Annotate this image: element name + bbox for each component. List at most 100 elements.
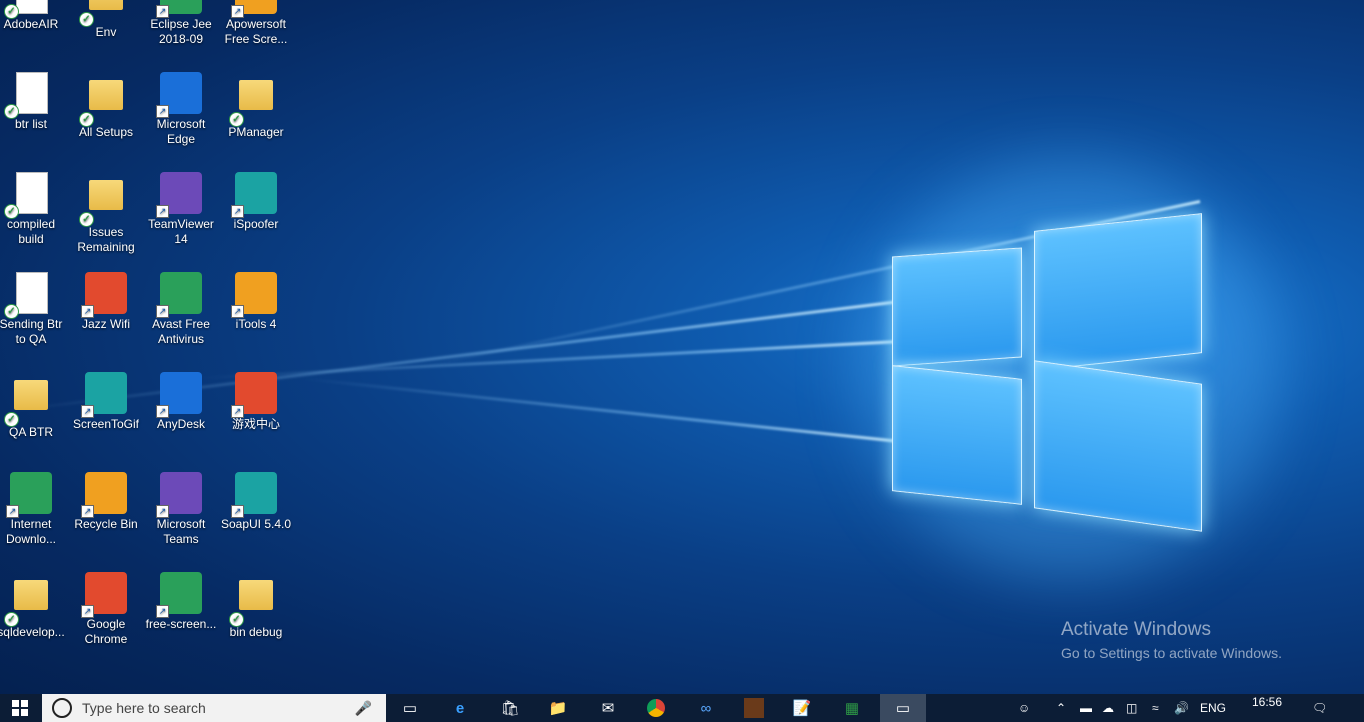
icon-screentogif[interactable]: ↗ ScreenToGif: [69, 372, 143, 432]
icon-env[interactable]: ✓ Env: [69, 0, 143, 40]
icon-avast-image: ↗: [156, 272, 202, 318]
shortcut-arrow-icon: ↗: [156, 305, 169, 318]
sync-check-icon: ✓: [79, 12, 94, 27]
start-button[interactable]: [0, 694, 40, 722]
icon-issues-remaining[interactable]: ✓ Issues Remaining: [69, 172, 143, 255]
icon-anydesk[interactable]: ↗ AnyDesk: [144, 372, 218, 432]
icon-jazz-wifi-image: ↗: [81, 272, 127, 318]
task-view-icon[interactable]: ▭: [390, 694, 430, 722]
icon-qa-btr-image: ✓: [4, 380, 52, 427]
icon-google-chrome[interactable]: ↗ Google Chrome: [69, 572, 143, 647]
tray-chevron-icon[interactable]: ⌃: [1056, 694, 1066, 722]
icon-internet-download[interactable]: ↗ Internet Downlo...: [0, 472, 68, 547]
icon-all-setups[interactable]: ✓ All Setups: [69, 72, 143, 140]
desktop-icon-label: compiled build: [6, 217, 56, 246]
excel-taskbar-icon[interactable]: ▦: [832, 694, 872, 722]
icon-game-center[interactable]: ↗ 游戏中心: [219, 372, 293, 432]
icon-recycle-bin-image: ↗: [81, 472, 127, 518]
icon-apowersoft[interactable]: ↗ Apowersoft Free Scre...: [219, 0, 293, 47]
desktop-icon-label: Sending Btr to QA: [0, 317, 63, 346]
windows-start-icon: [12, 700, 28, 716]
icon-microsoft-teams[interactable]: ↗ Microsoft Teams: [144, 472, 218, 547]
desktop-icon-label: SoapUI 5.4.0: [220, 517, 292, 531]
icon-pmanager[interactable]: ✓ PManager: [219, 72, 293, 140]
desktop-icon-label: Jazz Wifi: [82, 317, 130, 331]
microphone-icon[interactable]: 🎤: [355, 700, 372, 717]
notepad-taskbar-icon[interactable]: 📝: [782, 694, 822, 722]
file-explorer-icon[interactable]: 📁: [538, 694, 578, 722]
language-indicator[interactable]: ENG: [1200, 694, 1226, 722]
icon-teamviewer[interactable]: ↗ TeamViewer 14: [144, 172, 218, 247]
folder-icon: [89, 180, 123, 210]
sync-check-icon: ✓: [4, 412, 19, 427]
icon-free-screen[interactable]: ↗ free-screen...: [144, 572, 218, 632]
icon-free-screen-image: ↗: [156, 572, 202, 618]
shortcut-arrow-icon: ↗: [156, 405, 169, 418]
shortcut-arrow-icon: ↗: [231, 505, 244, 518]
icon-eclipse-jee-image: ↗: [156, 0, 202, 18]
people-icon[interactable]: ☺: [1018, 694, 1030, 722]
icon-avast[interactable]: ↗ Avast Free Antivirus: [144, 272, 218, 347]
icon-jazz-wifi[interactable]: ↗ Jazz Wifi: [69, 272, 143, 332]
icon-sending-btr[interactable]: ✓ Sending Btr to QA: [0, 272, 68, 347]
icon-qa-btr[interactable]: ✓ QA BTR: [0, 372, 68, 440]
edge-taskbar-icon[interactable]: e: [440, 694, 480, 722]
shortcut-arrow-icon: ↗: [81, 405, 94, 418]
search-icon: [52, 698, 72, 718]
search-box[interactable]: Type here to search 🎤: [42, 694, 386, 722]
desktop-icon-label: Google Chrome: [84, 617, 128, 646]
icon-apowersoft-image: ↗: [231, 0, 277, 18]
logo-pane: [892, 365, 1022, 505]
screentogif-taskbar-icon[interactable]: ▭: [880, 694, 926, 722]
icon-microsoft-edge-image: ↗: [156, 72, 202, 118]
action-center-icon[interactable]: 🗨: [1312, 694, 1327, 722]
desktop-icon-label: sqldevelop...: [0, 625, 65, 639]
icon-btr-list[interactable]: ✓ btr list: [0, 72, 68, 132]
folder-icon: [14, 580, 48, 610]
icon-sending-btr-image: ✓: [4, 272, 52, 319]
desktop-icon-label: AdobeAIR: [3, 17, 59, 31]
icon-adobeair-image: ✓: [4, 0, 52, 19]
icon-soapui[interactable]: ↗ SoapUI 5.4.0: [219, 472, 293, 532]
icon-internet-download-image: ↗: [6, 472, 52, 518]
document-icon: [16, 0, 48, 14]
icon-adobeair[interactable]: ✓ AdobeAIR: [0, 0, 68, 32]
store-taskbar-icon[interactable]: 🛍: [490, 694, 530, 722]
wifi-icon[interactable]: ≈: [1152, 694, 1159, 722]
icon-ispoofer[interactable]: ↗ iSpoofer: [219, 172, 293, 232]
desktop-icon-label: Apowersoft Free Scre...: [224, 17, 288, 46]
sync-check-icon: ✓: [4, 204, 19, 219]
folder-icon: [89, 80, 123, 110]
folder-icon: [239, 80, 273, 110]
sync-check-icon: ✓: [4, 4, 19, 19]
clock-time[interactable]: 16:56: [1252, 688, 1282, 716]
windows-logo: [888, 210, 1208, 532]
desktop-icon-label: Issues Remaining: [77, 225, 135, 254]
icon-eclipse-jee[interactable]: ↗ Eclipse Jee 2018-09: [144, 0, 218, 47]
icon-anydesk-image: ↗: [156, 372, 202, 418]
icon-sqldeveloper[interactable]: ✓ sqldevelop...: [0, 572, 68, 640]
logo-pane: [1034, 360, 1202, 532]
shortcut-arrow-icon: ↗: [156, 505, 169, 518]
onedrive-icon[interactable]: ☁: [1102, 694, 1114, 722]
icon-bin-debug-image: ✓: [229, 580, 277, 627]
mail-taskbar-icon[interactable]: ✉: [588, 694, 628, 722]
icon-screentogif-image: ↗: [81, 372, 127, 418]
icon-pmanager-image: ✓: [229, 80, 277, 127]
volume-icon[interactable]: 🔊: [1174, 694, 1189, 722]
icon-microsoft-edge[interactable]: ↗ Microsoft Edge: [144, 72, 218, 147]
icon-google-chrome-image: ↗: [81, 572, 127, 618]
desktop-icon-label: TeamViewer 14: [148, 217, 214, 246]
network-icon[interactable]: ◫: [1126, 694, 1137, 722]
game-taskbar-icon[interactable]: [734, 694, 774, 722]
icon-bin-debug[interactable]: ✓ bin debug: [219, 572, 293, 640]
icon-compiled-build[interactable]: ✓ compiled build: [0, 172, 68, 247]
chrome-taskbar-icon[interactable]: [636, 694, 676, 722]
shortcut-arrow-icon: ↗: [156, 205, 169, 218]
shortcut-arrow-icon: ↗: [156, 605, 169, 618]
link-taskbar-icon[interactable]: ∞: [686, 694, 726, 722]
desktop-icon-label: btr list: [14, 117, 47, 131]
icon-recycle-bin[interactable]: ↗ Recycle Bin: [69, 472, 143, 532]
tray-app-icon[interactable]: ▬: [1080, 694, 1092, 722]
icon-itools[interactable]: ↗ iTools 4: [219, 272, 293, 332]
